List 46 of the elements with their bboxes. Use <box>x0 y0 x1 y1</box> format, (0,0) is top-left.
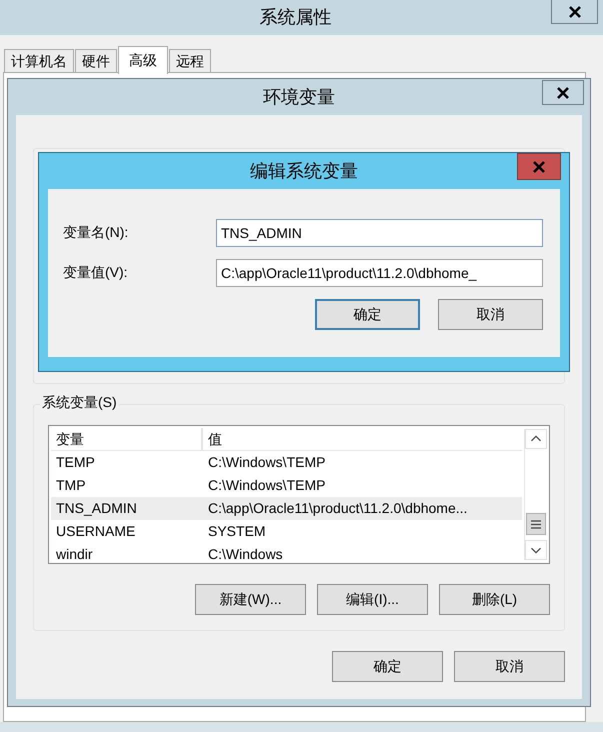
list-row[interactable]: windir C:\Windows <box>51 543 522 563</box>
scrollbar[interactable] <box>524 429 547 560</box>
input-field[interactable]: C:\app\Oracle11\product\11.2.0\dbhome_ <box>216 259 543 287</box>
variable-name: TNS_ADMIN <box>55 499 138 518</box>
action-button[interactable]: 删除(L) <box>439 584 550 615</box>
variable-name: TEMP <box>55 453 96 472</box>
window-title: 系统属性 <box>260 6 332 29</box>
variable-name: USERNAME <box>55 522 136 541</box>
dialog-button[interactable]: 取消 <box>438 299 543 330</box>
variable-value: C:\app\Oracle11\product\11.2.0\dbhome... <box>207 499 468 518</box>
action-button[interactable]: 编辑(I)... <box>317 584 428 615</box>
tab[interactable]: 远程 <box>169 49 211 74</box>
list-row[interactable]: TMP C:\Windows\TEMP <box>51 474 522 497</box>
close-button[interactable] <box>542 80 584 105</box>
variable-name: TMP <box>55 476 87 495</box>
field-label: 变量值(V): <box>63 264 129 282</box>
column-header[interactable]: 变量 <box>51 428 203 450</box>
variable-name: windir <box>55 545 94 563</box>
tab[interactable]: 高级 <box>118 46 168 74</box>
scroll-thumb[interactable] <box>526 513 546 535</box>
group-label: 系统变量(S) <box>40 394 119 412</box>
variable-value: C:\Windows\TEMP <box>207 476 326 495</box>
list-row[interactable]: TNS_ADMIN C:\app\Oracle11\product\11.2.0\dbhome... <box>51 497 522 520</box>
window-title: 环境变量 <box>263 86 335 109</box>
field-label: 变量名(N): <box>63 224 130 242</box>
column-header[interactable]: 值 <box>203 428 522 450</box>
variable-value: C:\Windows\TEMP <box>207 453 326 472</box>
dialog-button[interactable]: 确定 <box>332 651 443 682</box>
variable-value: SYSTEM <box>207 522 267 541</box>
grip-icon <box>531 520 541 528</box>
list-row[interactable]: USERNAME SYSTEM <box>51 520 522 543</box>
scroll-up-icon[interactable] <box>525 429 547 449</box>
action-button[interactable]: 新建(W)... <box>195 584 306 615</box>
dialog-button[interactable]: 确定 <box>315 299 420 330</box>
close-icon <box>532 160 546 172</box>
input-field[interactable]: TNS_ADMIN <box>216 219 543 247</box>
scroll-down-icon[interactable] <box>525 540 547 560</box>
list-row[interactable]: TEMP C:\Windows\TEMP <box>51 451 522 474</box>
dialog-button[interactable]: 取消 <box>454 651 565 682</box>
close-icon <box>556 86 570 98</box>
tab[interactable]: 计算机名 <box>4 49 74 74</box>
close-button[interactable] <box>551 0 598 24</box>
close-icon <box>568 6 582 18</box>
dialog-title: 编辑系统变量 <box>250 160 358 183</box>
variable-value: C:\Windows <box>207 545 284 563</box>
tab[interactable]: 硬件 <box>75 49 117 74</box>
